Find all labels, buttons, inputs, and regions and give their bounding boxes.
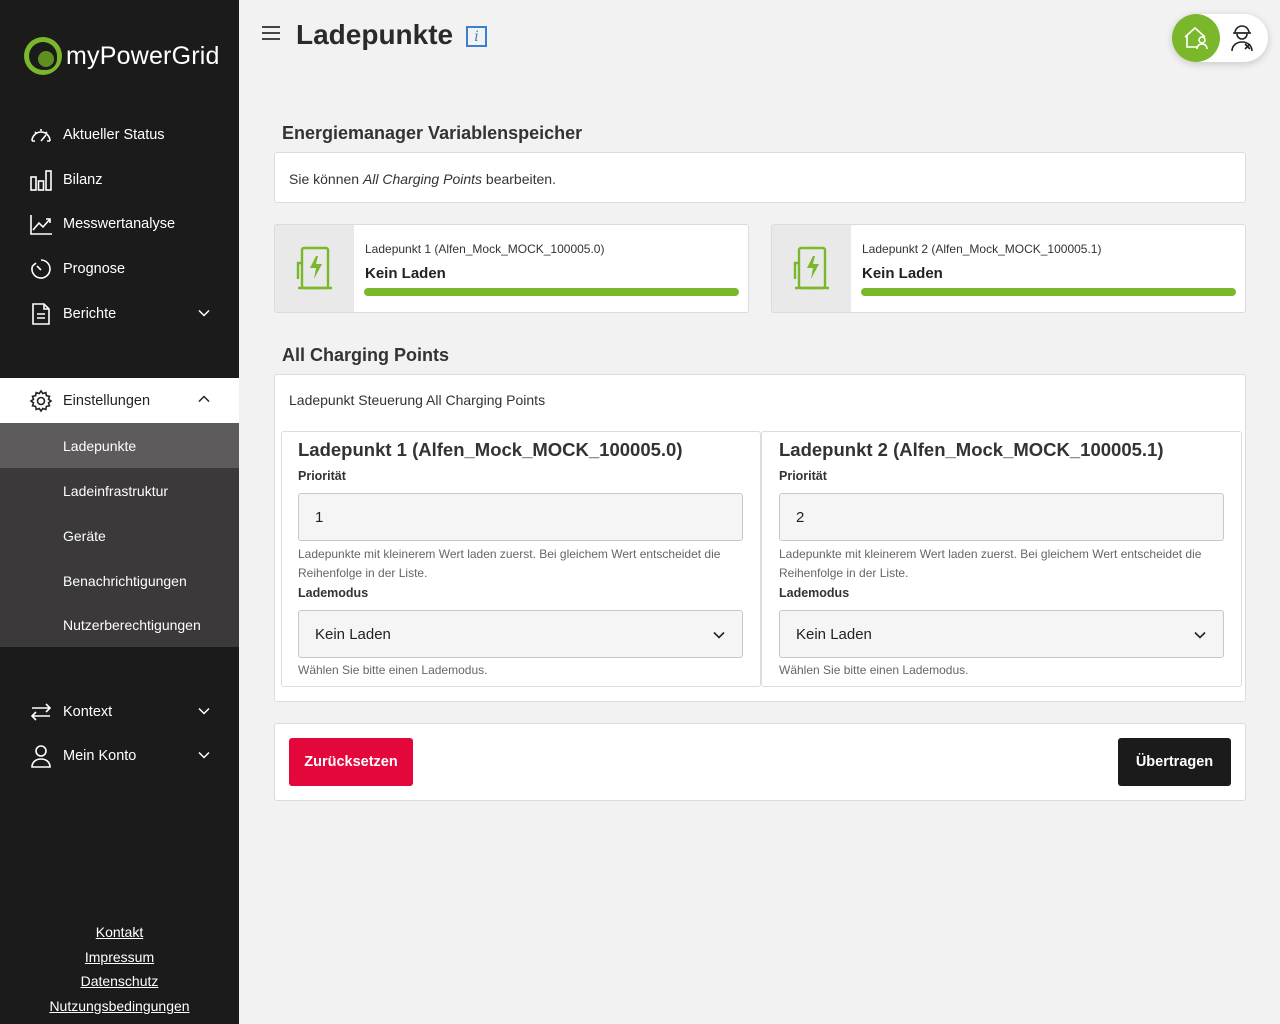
sidebar-item-label: Bilanz <box>63 172 103 188</box>
home-user-icon[interactable] <box>1172 14 1220 62</box>
chevron-down-icon <box>713 631 725 639</box>
sidebar-subitem-nutzerberechtigungen[interactable]: Nutzerberechtigungen <box>0 602 239 647</box>
mode-select-value: Kein Laden <box>796 626 872 643</box>
chevron-down-icon <box>198 751 210 759</box>
panel-heading: Ladepunkt 2 (Alfen_Mock_MOCK_100005.1) <box>779 439 1164 460</box>
sidebar-item-messwertanalyse[interactable]: Messwertanalyse <box>0 202 239 246</box>
sidebar-item-label: Kontext <box>63 704 113 720</box>
submit-button[interactable]: Übertragen <box>1118 738 1231 786</box>
sidebar-item-einstellungen[interactable]: Einstellungen <box>0 378 239 423</box>
app-logo[interactable]: myPowerGrid <box>24 36 220 76</box>
mode-select[interactable]: Kein Laden <box>298 610 743 658</box>
charging-control-card: Ladepunkt Steuerung All Charging Points … <box>274 374 1246 702</box>
chevron-down-icon <box>198 309 210 317</box>
app-name: myPowerGrid <box>66 41 220 70</box>
mode-help: Wählen Sie bitte einen Lademodus. <box>298 663 488 677</box>
footer-link-impressum[interactable]: Impressum <box>0 945 239 970</box>
page-title: Ladepunkte <box>296 19 454 50</box>
sidebar-item-label: Berichte <box>63 306 117 322</box>
mode-label: Lademodus <box>298 586 369 600</box>
sidebar-item-label: Einstellungen <box>63 392 151 409</box>
user-icon <box>29 744 53 768</box>
charging-progress-bar <box>861 288 1236 296</box>
footer-link-kontakt[interactable]: Kontakt <box>0 920 239 945</box>
sidebar-item-label: Aktueller Status <box>63 127 165 143</box>
charging-point-name: Ladepunkt 1 (Alfen_Mock_MOCK_100005.0) <box>365 242 605 256</box>
sidebar-subitem-ladeinfrastruktur[interactable]: Ladeinfrastruktur <box>0 468 239 513</box>
sidebar-subitem-ladepunkte[interactable]: Ladepunkte <box>0 423 239 468</box>
sidebar-item-bilanz[interactable]: Bilanz <box>0 158 239 202</box>
action-bar: Zurücksetzen Übertragen <box>274 723 1246 801</box>
sidebar-item-label: Mein Konto <box>63 748 137 764</box>
sidebar-item-kontext[interactable]: Kontext <box>0 690 239 734</box>
reset-button[interactable]: Zurücksetzen <box>289 738 413 786</box>
notice-text: Sie können All Charging Points bearbeite… <box>289 171 556 187</box>
chevron-down-icon <box>198 707 210 715</box>
control-subtitle: Ladepunkt Steuerung All Charging Points <box>289 392 546 408</box>
panel-heading: Ladepunkt 1 (Alfen_Mock_MOCK_100005.0) <box>298 439 683 460</box>
priority-label: Priorität <box>298 469 346 483</box>
info-icon[interactable]: i <box>466 26 487 47</box>
priority-help: Ladepunkte mit kleinerem Wert laden zuer… <box>298 547 721 580</box>
memory-section-title: Energiemanager Variablenspeicher <box>282 123 583 143</box>
sidebar-item-mein-konto[interactable]: Mein Konto <box>0 734 239 778</box>
charging-point-name: Ladepunkt 2 (Alfen_Mock_MOCK_100005.1) <box>862 242 1102 256</box>
charging-point-status-card: Ladepunkt 2 (Alfen_Mock_MOCK_100005.1) K… <box>771 224 1246 313</box>
notice-prefix: Sie können <box>289 171 363 187</box>
gear-icon <box>29 389 53 413</box>
charging-mode-status: Kein Laden <box>365 265 446 282</box>
footer-link-datenschutz[interactable]: Datenschutz <box>0 969 239 994</box>
mode-select-value: Kein Laden <box>315 626 391 643</box>
line-chart-icon <box>29 212 53 236</box>
control-section-title: All Charging Points <box>282 345 450 365</box>
memory-notice: Sie können All Charging Points bearbeite… <box>274 152 1246 203</box>
chevron-up-icon <box>198 395 210 403</box>
priority-help: Ladepunkte mit kleinerem Wert laden zuer… <box>779 547 1202 580</box>
sidebar-item-aktueller-status[interactable]: Aktueller Status <box>0 113 239 157</box>
document-icon <box>29 302 53 326</box>
charging-station-icon <box>772 225 851 312</box>
mode-label: Lademodus <box>779 586 850 600</box>
charging-station-icon <box>275 225 354 312</box>
charging-point-status-card: Ladepunkt 1 (Alfen_Mock_MOCK_100005.0) K… <box>274 224 749 313</box>
footer-link-nutzungsbedingungen[interactable]: Nutzungsbedingungen <box>0 994 239 1019</box>
footer-links: Kontakt Impressum Datenschutz Nutzungsbe… <box>0 920 239 1018</box>
mode-select[interactable]: Kein Laden <box>779 610 1224 658</box>
sidebar: myPowerGrid Aktueller Status Bilanz Mess… <box>0 0 239 1024</box>
charging-mode-status: Kein Laden <box>862 265 943 282</box>
charging-point-panel: Ladepunkt 1 (Alfen_Mock_MOCK_100005.0) P… <box>281 431 761 687</box>
sidebar-subitem-benachrichtigungen[interactable]: Benachrichtigungen <box>0 558 239 603</box>
notice-highlight: All Charging Points <box>362 171 483 187</box>
sidebar-item-label: Prognose <box>63 261 126 277</box>
sidebar-item-berichte[interactable]: Berichte <box>0 292 239 336</box>
notice-suffix: bearbeiten. <box>482 171 556 187</box>
sidebar-subitem-geraete[interactable]: Geräte <box>0 513 239 558</box>
swap-arrows-icon <box>29 700 53 724</box>
sidebar-item-label: Messwertanalyse <box>63 216 176 232</box>
mode-help: Wählen Sie bitte einen Lademodus. <box>779 663 969 677</box>
charging-point-panel: Ladepunkt 2 (Alfen_Mock_MOCK_100005.1) P… <box>761 431 1242 687</box>
charging-progress-bar <box>364 288 739 296</box>
gauge-icon <box>29 123 53 147</box>
installer-icon[interactable] <box>1224 20 1260 56</box>
logo-icon <box>24 37 62 75</box>
priority-input[interactable] <box>779 493 1224 541</box>
chevron-down-icon <box>1194 631 1206 639</box>
sidebar-item-prognose[interactable]: Prognose <box>0 247 239 291</box>
hamburger-menu-icon[interactable] <box>262 26 280 44</box>
timer-icon <box>29 257 53 281</box>
bar-chart-icon <box>29 168 53 192</box>
priority-input[interactable] <box>298 493 743 541</box>
priority-label: Priorität <box>779 469 827 483</box>
view-toggle <box>1172 14 1268 62</box>
